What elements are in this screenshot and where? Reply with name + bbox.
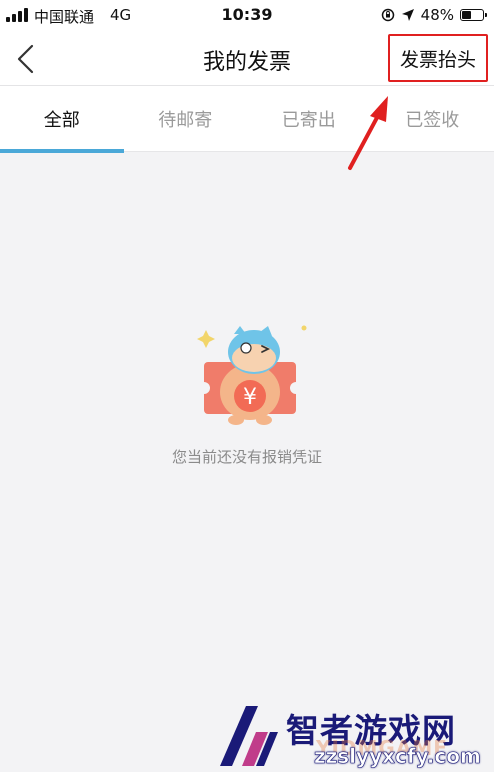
empty-state-message: 您当前还没有报销凭证 [171, 448, 322, 466]
tab-received[interactable]: 已签收 [371, 86, 494, 152]
battery-percent: 48% [420, 6, 454, 24]
tab-label: 已签收 [405, 110, 460, 131]
empty-mascot-illustration: ¥ [197, 325, 307, 425]
tab-label: 已寄出 [281, 110, 336, 131]
tab-label: 全部 [43, 110, 80, 131]
battery-fill [462, 11, 471, 19]
navigation-bar: 我的发票 发票抬头 [0, 32, 494, 86]
screen: 中国联通 4G 10:39 48% 我的发票 发票抬头 全部 待邮寄 已寄出 已… [0, 0, 494, 772]
status-bar: 中国联通 4G 10:39 48% [0, 0, 494, 32]
tab-bar: 全部 待邮寄 已寄出 已签收 [0, 86, 494, 153]
currency-symbol: ¥ [243, 385, 257, 410]
watermark-url: zzslyyxcfy.com [314, 744, 481, 769]
location-arrow-icon [401, 9, 414, 21]
site-watermark: 智者游戏网 YIDMGAME zzslyyxcfy.com [214, 700, 494, 772]
tab-label: 待邮寄 [158, 110, 213, 131]
active-tab-indicator [0, 149, 124, 153]
chevron-left-icon [17, 44, 34, 74]
back-button[interactable] [10, 40, 44, 78]
status-indicators: 48% [381, 6, 487, 24]
tab-pending-mail[interactable]: 待邮寄 [124, 86, 248, 152]
invoice-header-button[interactable]: 发票抬头 [388, 34, 488, 82]
tab-all[interactable]: 全部 [0, 86, 124, 153]
watermark-logo-icon [220, 706, 278, 766]
tab-mailed[interactable]: 已寄出 [247, 86, 371, 152]
battery-icon [460, 9, 487, 21]
orientation-lock-icon [381, 8, 394, 22]
